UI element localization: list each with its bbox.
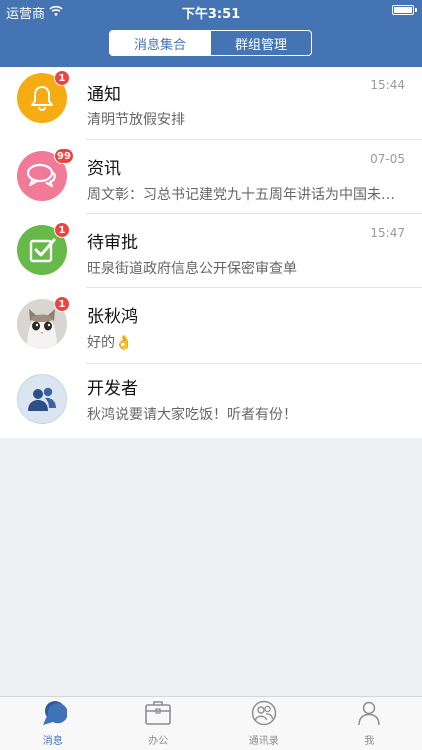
tab-me[interactable]: 我 [317,697,422,750]
item-subtitle: 秋鸿说要请大家吃饭！听者有份！ [87,407,297,423]
person-icon [355,700,383,730]
tab-label: 通讯录 [248,736,279,747]
unread-badge: 99 [54,148,74,164]
unread-badge: 1 [54,70,70,86]
item-subtitle: 周文彰：习总书记建党九十五周年讲话为中国未… [87,187,395,203]
item-time: 15:44 [370,78,405,92]
avatar: 1 [17,222,70,275]
briefcase-icon [144,700,172,730]
item-title: 开发者 [87,379,138,399]
navigation-header: 运营商 下午3:51 消息集合 群组管理 [0,0,422,67]
status-bar: 运营商 下午3:51 [0,0,422,22]
tab-label: 消息 [42,736,63,747]
segmented-control: 消息集合 群组管理 [109,30,312,56]
segment-group-management[interactable]: 群组管理 [210,31,311,55]
message-icon [39,700,68,730]
item-time: 07-05 [370,152,405,166]
status-time: 下午3:51 [181,7,241,22]
avatar: 1 [17,296,70,349]
list-item-notice[interactable]: 1 通知 清明节放假安排 15:44 [0,67,422,140]
item-subtitle: 好的👌 [87,332,407,352]
group-people-icon [17,374,67,424]
item-title: 资讯 [87,159,121,179]
tab-bar: 消息 办公 通讯录 我 [0,696,422,750]
ok-hand-emoji: 👌 [115,335,133,351]
item-subtitle: 清明节放假安排 [87,112,185,128]
tab-office[interactable]: 办公 [106,697,212,750]
tab-label: 我 [364,736,375,747]
unread-badge: 1 [54,222,70,238]
item-subtitle-text: 好的 [87,335,115,351]
item-title: 通知 [87,85,121,105]
avatar: 1 [17,70,70,123]
segment-message-collection[interactable]: 消息集合 [110,31,210,55]
unread-badge: 1 [54,296,70,312]
item-subtitle: 旺泉街道政府信息公开保密审查单 [87,261,297,277]
contacts-icon [250,700,278,730]
tab-contacts[interactable]: 通讯录 [211,697,317,750]
list-item-pending-approval[interactable]: 1 待审批 旺泉街道政府信息公开保密审查单 15:47 [0,214,422,288]
avatar [17,374,67,424]
item-title: 待审批 [87,233,138,253]
list-item-contact[interactable]: 1 张秋鸿 好的👌 [0,288,422,364]
list-item-developer[interactable]: 开发者 秋鸿说要请大家吃饭！听者有份！ [0,364,422,438]
item-time: 15:47 [370,226,405,240]
battery-icon [392,5,417,15]
tab-label: 办公 [148,736,169,747]
message-list: 1 通知 清明节放假安排 15:44 99 资讯 周文彰：习总书记建党九十五周年… [0,67,422,438]
avatar: 99 [17,148,74,201]
item-title: 张秋鸿 [87,307,138,327]
tab-messages[interactable]: 消息 [0,697,106,750]
list-item-news[interactable]: 99 资讯 周文彰：习总书记建党九十五周年讲话为中国未… 07-05 [0,140,422,214]
